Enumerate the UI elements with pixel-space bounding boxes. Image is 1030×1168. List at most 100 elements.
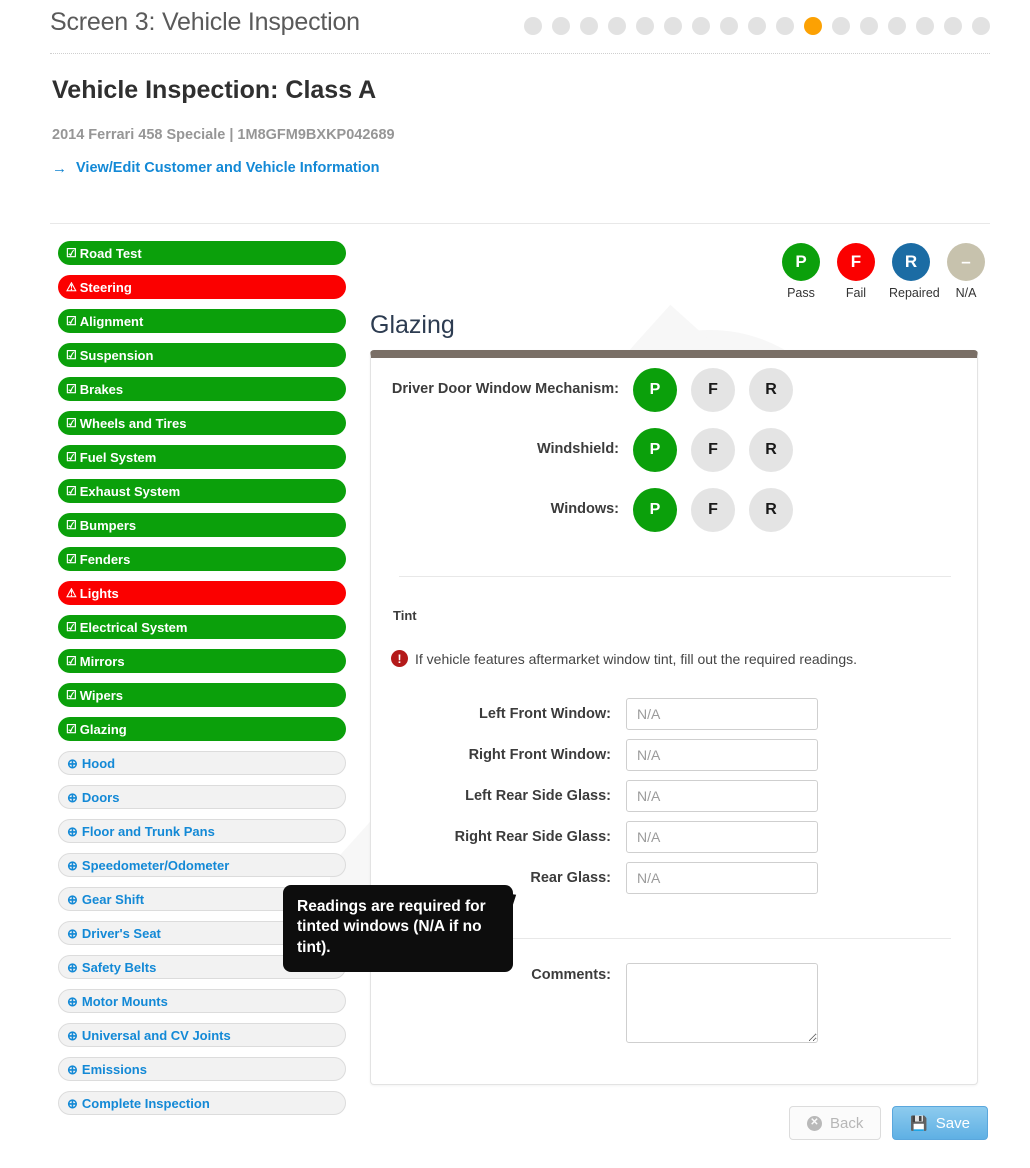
sidebar-item-emissions[interactable]: ⊕ Emissions <box>58 1057 346 1081</box>
sidebar-item-hood[interactable]: ⊕ Hood <box>58 751 346 775</box>
sidebar-item-complete-inspection[interactable]: ⊕ Complete Inspection <box>58 1091 346 1115</box>
tint-field-input[interactable] <box>626 739 818 771</box>
checkbox-checked-icon: ☑ <box>66 348 77 362</box>
pfr-option-r[interactable]: R <box>749 428 793 472</box>
sidebar-item-label: Mirrors <box>79 653 125 669</box>
tint-field-input[interactable] <box>626 780 818 812</box>
pfr-option-p-selected[interactable]: P <box>633 368 677 412</box>
tint-field-input[interactable] <box>626 821 818 853</box>
tint-field-input[interactable] <box>626 862 818 894</box>
sidebar-item-doors[interactable]: ⊕ Doors <box>58 785 346 809</box>
arrow-circle-right-icon: ⊕ <box>67 1061 78 1077</box>
arrow-circle-right-icon: ⊕ <box>67 1027 78 1043</box>
progress-dot[interactable] <box>580 17 598 35</box>
sidebar-item-fuel-system[interactable]: ☑ Fuel System <box>58 445 346 469</box>
sidebar-item-lights[interactable]: ⚠ Lights <box>58 581 346 605</box>
pfr-option-p-selected[interactable]: P <box>633 488 677 532</box>
pfr-row-label: Windshield: <box>536 441 619 458</box>
sidebar-item-exhaust-system[interactable]: ☑ Exhaust System <box>58 479 346 503</box>
pfr-option-p-selected[interactable]: P <box>633 428 677 472</box>
pfr-row: Driver Door Window Mechanism: P F R <box>371 368 979 412</box>
legend-badge: P <box>782 243 820 281</box>
progress-dot[interactable] <box>916 17 934 35</box>
tint-field-input[interactable] <box>626 698 818 730</box>
sidebar-item-universal-and-cv-joints[interactable]: ⊕ Universal and CV Joints <box>58 1023 346 1047</box>
sidebar-item-wheels-and-tires[interactable]: ☑ Wheels and Tires <box>58 411 346 435</box>
pfr-options: PFR <box>633 428 793 472</box>
status-legend: P Pass F Fail R Repaired – N/A <box>779 243 988 300</box>
sidebar-item-label: Universal and CV Joints <box>81 1027 231 1043</box>
sidebar-item-speedometer-odometer[interactable]: ⊕ Speedometer/Odometer <box>58 853 346 877</box>
progress-dot[interactable] <box>608 17 626 35</box>
sidebar-item-label: Brakes <box>79 381 124 397</box>
progress-dot[interactable] <box>972 17 990 35</box>
sidebar-item-wipers[interactable]: ☑ Wipers <box>58 683 346 707</box>
tint-field-label: Right Front Window: <box>468 747 611 763</box>
progress-dot[interactable] <box>832 17 850 35</box>
sidebar-item-glazing[interactable]: ☑ Glazing <box>58 717 346 741</box>
arrow-circle-right-icon: ⊕ <box>67 959 78 975</box>
sidebar-item-fenders[interactable]: ☑ Fenders <box>58 547 346 571</box>
progress-dot[interactable] <box>944 17 962 35</box>
checkbox-checked-icon: ☑ <box>66 620 77 634</box>
progress-dot-active[interactable] <box>804 17 822 35</box>
sidebar-item-label: Wipers <box>79 687 123 703</box>
pfr-option-r[interactable]: R <box>749 368 793 412</box>
tint-field-label: Left Front Window: <box>479 706 611 722</box>
view-edit-customer-vehicle-link[interactable]: View/Edit Customer and Vehicle Informati… <box>76 160 380 176</box>
comments-textarea[interactable] <box>626 963 818 1043</box>
sidebar-item-label: Suspension <box>79 347 154 363</box>
checkbox-checked-icon: ☑ <box>66 246 77 260</box>
sidebar-item-road-test[interactable]: ☑ Road Test <box>58 241 346 265</box>
progress-dot[interactable] <box>664 17 682 35</box>
progress-dot[interactable] <box>860 17 878 35</box>
sidebar-item-label: Gear Shift <box>81 891 145 907</box>
page-title: Vehicle Inspection: Class A <box>52 76 377 104</box>
sidebar-item-label: Alignment <box>79 313 144 329</box>
sidebar-item-bumpers[interactable]: ☑ Bumpers <box>58 513 346 537</box>
sidebar-item-label: Complete Inspection <box>81 1095 210 1111</box>
sidebar-item-alignment[interactable]: ☑ Alignment <box>58 309 346 333</box>
sidebar-item-electrical-system[interactable]: ☑ Electrical System <box>58 615 346 639</box>
sidebar-item-brakes[interactable]: ☑ Brakes <box>58 377 346 401</box>
pfr-row: Windshield: P F R <box>371 428 979 472</box>
pfr-option-f[interactable]: F <box>691 488 735 532</box>
progress-dot[interactable] <box>748 17 766 35</box>
sidebar-item-floor-and-trunk-pans[interactable]: ⊕ Floor and Trunk Pans <box>58 819 346 843</box>
back-button-label: Back <box>830 1114 864 1132</box>
warning-triangle-icon: ⚠ <box>66 280 77 294</box>
legend-badge: F <box>837 243 875 281</box>
close-circle-icon: ✕ <box>807 1115 822 1131</box>
progress-dot[interactable] <box>720 17 738 35</box>
sidebar-item-mirrors[interactable]: ☑ Mirrors <box>58 649 346 673</box>
sidebar-item-steering[interactable]: ⚠ Steering <box>58 275 346 299</box>
pfr-row: Windows: P F R <box>371 488 979 532</box>
progress-dot[interactable] <box>524 17 542 35</box>
sidebar-item-label: Glazing <box>79 721 127 737</box>
progress-dot[interactable] <box>692 17 710 35</box>
save-button[interactable]: 💾 Save <box>892 1106 988 1140</box>
tint-tooltip: Readings are required for tinted windows… <box>283 885 513 973</box>
section-heading: Glazing <box>370 311 455 339</box>
arrow-circle-right-icon: ⊕ <box>67 1095 78 1111</box>
sidebar-item-label: Speedometer/Odometer <box>81 857 230 873</box>
pfr-option-f[interactable]: F <box>691 368 735 412</box>
edit-vehicle-link-row[interactable]: → View/Edit Customer and Vehicle Informa… <box>52 160 380 176</box>
legend-label: Pass <box>787 286 815 300</box>
arrow-circle-right-icon: ⊕ <box>67 891 78 907</box>
checkbox-checked-icon: ☑ <box>66 314 77 328</box>
progress-dot[interactable] <box>888 17 906 35</box>
pfr-option-f[interactable]: F <box>691 428 735 472</box>
card-divider-top <box>399 576 951 577</box>
arrow-circle-right-icon: ⊕ <box>67 993 78 1009</box>
progress-dot[interactable] <box>552 17 570 35</box>
pfr-options: PFR <box>633 368 793 412</box>
progress-dot[interactable] <box>636 17 654 35</box>
sidebar-item-motor-mounts[interactable]: ⊕ Motor Mounts <box>58 989 346 1013</box>
checkbox-checked-icon: ☑ <box>66 552 77 566</box>
tint-note-text: If vehicle features aftermarket window t… <box>415 650 857 667</box>
pfr-option-r[interactable]: R <box>749 488 793 532</box>
progress-dot[interactable] <box>776 17 794 35</box>
sidebar-item-suspension[interactable]: ☑ Suspension <box>58 343 346 367</box>
back-button[interactable]: ✕ Back <box>789 1106 882 1140</box>
